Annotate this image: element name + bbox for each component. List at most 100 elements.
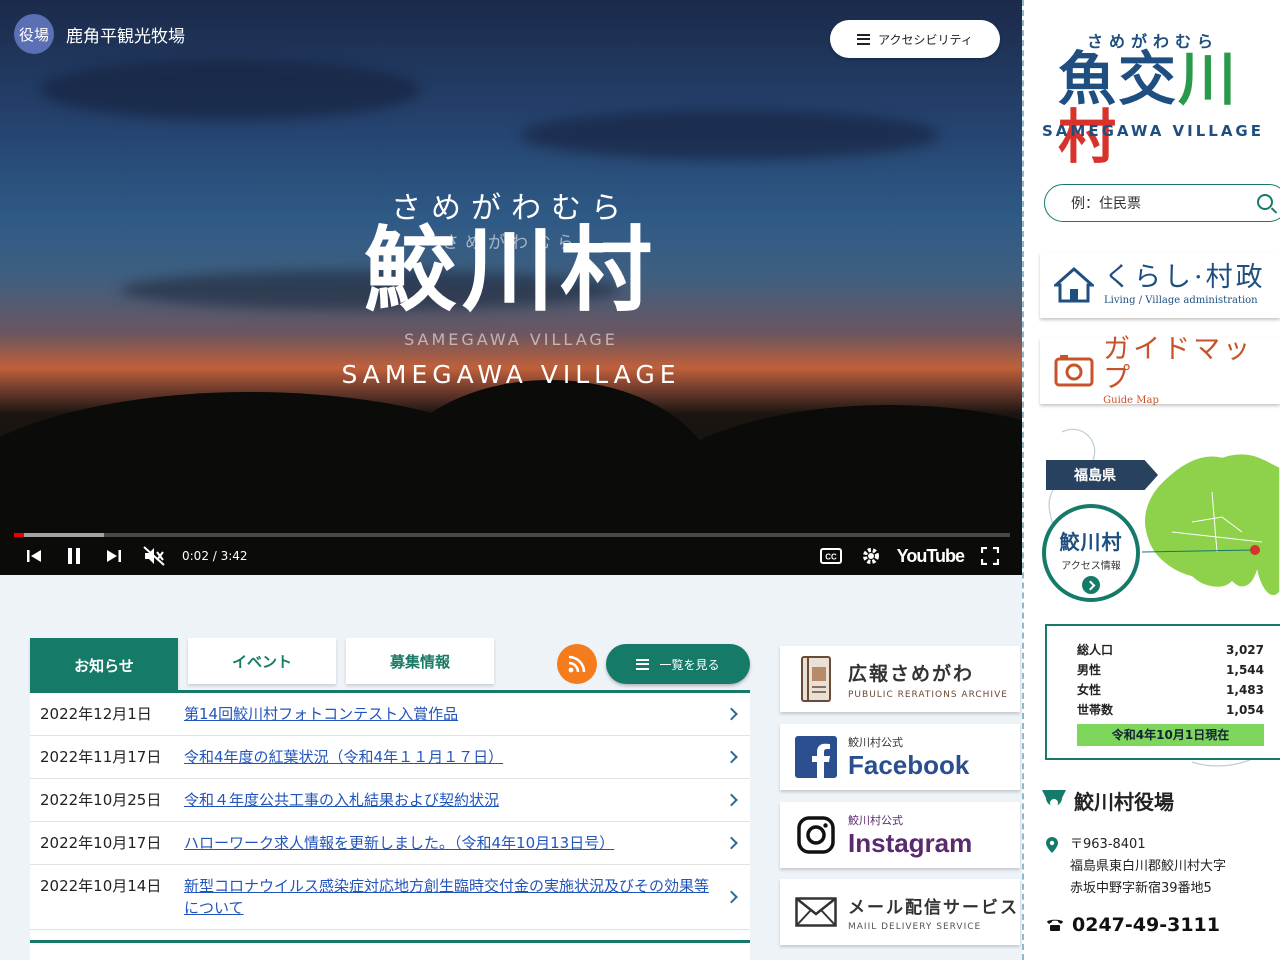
news-link[interactable]: 新型コロナウイルス感染症対応地方創生臨時交付金の実施状況及びその効果等について bbox=[184, 875, 714, 919]
address-line-2: 赤坂中野字新宿39番地5 bbox=[1070, 881, 1212, 896]
chevron-right-icon bbox=[725, 793, 738, 807]
population-row: 世帯数 1,054 bbox=[1077, 700, 1264, 720]
chevron-right-icon bbox=[725, 707, 738, 721]
news-link[interactable]: 令和４年度公共工事の入札結果および契約状況 bbox=[184, 789, 714, 811]
fullscreen-button[interactable] bbox=[970, 542, 1010, 570]
settings-button[interactable] bbox=[851, 542, 891, 570]
gear-icon bbox=[862, 548, 879, 564]
next-button[interactable] bbox=[94, 542, 134, 570]
news-link[interactable]: ハローワーク求人情報を更新しました。（令和4年10月13日号） bbox=[184, 832, 714, 854]
village-emblem-icon bbox=[1042, 789, 1066, 807]
facebook-small: 鮫川村公式 bbox=[848, 735, 903, 749]
view-all-label: 一覧を見る bbox=[659, 657, 720, 672]
fullscreen-icon bbox=[981, 547, 999, 565]
video-progress-bar[interactable] bbox=[14, 533, 1010, 537]
search-icon[interactable] bbox=[1257, 194, 1273, 210]
facebook-icon bbox=[792, 736, 840, 778]
guide-sub: Guide Map bbox=[1103, 394, 1159, 406]
news-link[interactable]: 令和4年度の紅葉状況（令和4年１１月１７日） bbox=[184, 746, 714, 768]
mute-button[interactable] bbox=[134, 542, 174, 570]
list-icon bbox=[636, 658, 650, 670]
koho-banner[interactable]: 広報さめがわ PUBULIC RERATIONS ARCHIVE bbox=[780, 646, 1020, 712]
instagram-banner[interactable]: 鮫川村公式 Instagram bbox=[780, 802, 1020, 868]
video-logo-roman: SAMEGAWA VILLAGE bbox=[341, 360, 681, 389]
population-value: 1,054 bbox=[1226, 703, 1264, 717]
facebook-title: Facebook bbox=[848, 749, 970, 780]
population-label: 女性 bbox=[1077, 683, 1102, 697]
rss-button[interactable] bbox=[557, 644, 597, 684]
captions-button[interactable]: CC bbox=[811, 542, 851, 570]
search-input[interactable]: 例：住民票 bbox=[1044, 184, 1280, 222]
population-row: 女性 1,483 bbox=[1077, 680, 1264, 700]
video-time: 0:02 / 3:42 bbox=[182, 549, 248, 563]
office-phone[interactable]: 0247-49-3111 bbox=[1046, 914, 1220, 936]
arrow-right-icon bbox=[1082, 576, 1100, 594]
cloud-shape bbox=[40, 60, 420, 120]
address-line-1: 福島県東白川郡鮫川村大字 bbox=[1070, 859, 1227, 874]
office-title: 鮫川村役場 bbox=[1040, 786, 1174, 815]
view-all-button[interactable]: 一覧を見る bbox=[606, 644, 750, 684]
video-controls: 0:02 / 3:42 CC YouTube bbox=[14, 542, 1010, 570]
population-label: 男性 bbox=[1077, 663, 1102, 677]
news-item: 2022年11月17日 令和4年度の紅葉状況（令和4年１１月１７日） bbox=[30, 736, 750, 779]
site-logo[interactable]: 魚交川村 bbox=[1058, 50, 1280, 166]
video-title[interactable]: 鹿角平観光牧場 bbox=[66, 22, 185, 47]
tab-recruitment[interactable]: 募集情報 bbox=[346, 638, 494, 684]
office-address: 〒963-8401 福島県東白川郡鮫川村大字 赤坂中野字新宿39番地5 bbox=[1046, 834, 1226, 900]
list-icon bbox=[857, 33, 871, 45]
pause-button[interactable] bbox=[54, 542, 94, 570]
population-row: 総人口 3,027 bbox=[1077, 640, 1264, 660]
population-date: 令和4年10月1日現在 bbox=[1077, 724, 1264, 746]
previous-button[interactable] bbox=[14, 542, 54, 570]
muted-speaker-icon bbox=[143, 546, 165, 566]
postal-code: 〒963-8401 bbox=[1070, 837, 1146, 852]
buffer-bar bbox=[14, 533, 104, 537]
population-value: 3,027 bbox=[1226, 643, 1264, 657]
svg-text:CC: CC bbox=[825, 553, 837, 562]
news-link[interactable]: 第14回鮫川村フォトコンテスト入賞作品 bbox=[184, 703, 714, 725]
logo-char: 川 bbox=[1178, 45, 1239, 113]
kurashi-sub: Living / Village administration bbox=[1104, 294, 1258, 306]
kurashi-button[interactable]: くらし·村政 Living / Village administration bbox=[1040, 252, 1280, 318]
mail-title: メール配信サービス bbox=[848, 897, 1019, 918]
accessibility-label: アクセシビリティ bbox=[878, 32, 973, 47]
instagram-small: 鮫川村公式 bbox=[848, 813, 903, 827]
site-logo-roman[interactable]: SAMEGAWA VILLAGE bbox=[1024, 122, 1280, 140]
pause-icon bbox=[68, 548, 80, 564]
logo-char: 交 bbox=[1118, 45, 1179, 113]
captions-icon: CC bbox=[819, 548, 842, 564]
played-bar bbox=[14, 533, 24, 537]
chevron-right-icon bbox=[725, 836, 738, 850]
access-sub: アクセス情報 bbox=[1061, 561, 1121, 572]
chevron-right-icon bbox=[725, 750, 738, 764]
tab-news[interactable]: お知らせ bbox=[30, 638, 178, 692]
video-logo-kanji: 鮫川村 bbox=[363, 217, 658, 324]
office-name: 鮫川村役場 bbox=[1074, 790, 1174, 814]
population-label: 総人口 bbox=[1077, 643, 1114, 657]
camera-icon bbox=[1050, 353, 1097, 389]
video-player[interactable]: 役場 鹿角平観光牧場 アクセシビリティ さめがわむら さめがわむら 鮫川村 SA… bbox=[0, 0, 1022, 575]
facebook-banner[interactable]: 鮫川村公式 Facebook bbox=[780, 724, 1020, 790]
access-info-button[interactable]: 鮫川村 アクセス情報 bbox=[1042, 504, 1140, 602]
mail-icon bbox=[792, 897, 840, 927]
tab-events[interactable]: イベント bbox=[188, 638, 336, 684]
news-date: 2022年12月1日 bbox=[40, 705, 152, 723]
video-logo-ghost-roman: SAMEGAWA VILLAGE bbox=[404, 330, 618, 349]
news-date: 2022年10月17日 bbox=[40, 834, 162, 852]
channel-info: 役場 鹿角平観光牧場 bbox=[14, 14, 185, 54]
youtube-logo[interactable]: YouTube bbox=[891, 546, 970, 567]
koho-title: 広報さめがわ bbox=[848, 662, 975, 685]
mail-banner[interactable]: メール配信サービス MAIIL DELIVERY SERVICE bbox=[780, 879, 1020, 945]
prefecture-tag: 福島県 bbox=[1046, 460, 1158, 490]
news-bottom-border bbox=[30, 940, 750, 943]
channel-avatar[interactable]: 役場 bbox=[14, 14, 54, 54]
accessibility-button[interactable]: アクセシビリティ bbox=[830, 20, 1000, 58]
koho-sub: PUBULIC RERATIONS ARCHIVE bbox=[848, 689, 1008, 700]
instagram-title: Instagram bbox=[848, 827, 973, 858]
population-value: 1,483 bbox=[1226, 683, 1264, 697]
news-list: 2022年12月1日 第14回鮫川村フォトコンテスト入賞作品 2022年11月1… bbox=[30, 690, 750, 960]
news-item: 2022年10月17日 ハローワーク求人情報を更新しました。（令和4年10月13… bbox=[30, 822, 750, 865]
news-date: 2022年10月14日 bbox=[40, 877, 162, 895]
guide-map-button[interactable]: ガイドマップ Guide Map bbox=[1040, 336, 1280, 406]
news-item: 2022年10月25日 令和４年度公共工事の入札結果および契約状況 bbox=[30, 779, 750, 822]
